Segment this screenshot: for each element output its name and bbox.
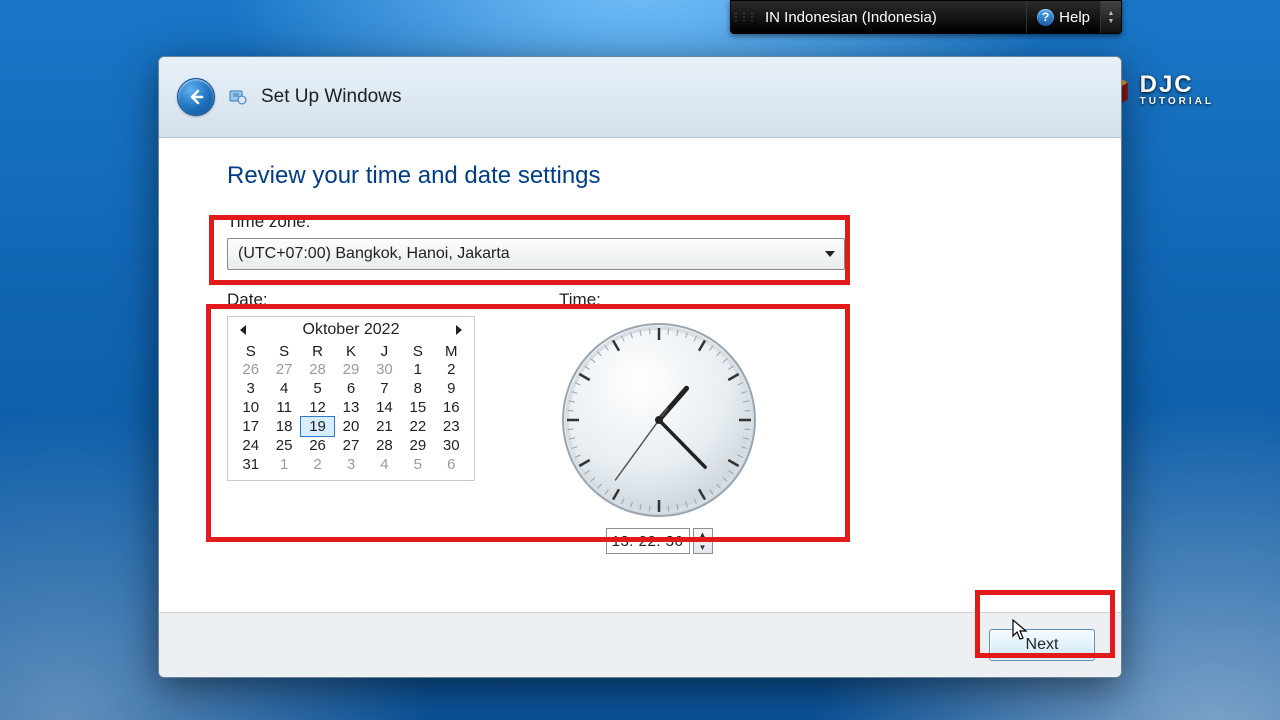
calendar-day[interactable]: 3	[234, 379, 267, 398]
calendar-day[interactable]: 30	[435, 436, 468, 455]
time-label: Time:	[559, 290, 759, 310]
calendar-next-month[interactable]	[452, 323, 466, 337]
calendar-day[interactable]: 8	[401, 379, 434, 398]
calendar-day[interactable]: 11	[267, 398, 300, 417]
setup-icon	[229, 88, 247, 106]
calendar-day[interactable]: 28	[368, 436, 401, 455]
calendar-day[interactable]: 12	[301, 398, 334, 417]
calendar-day[interactable]: 25	[267, 436, 300, 455]
timezone-dropdown[interactable]: (UTC+07:00) Bangkok, Hanoi, Jakarta	[227, 238, 845, 270]
chevron-down-icon	[821, 246, 838, 263]
time-spinner[interactable]: ▲ ▼	[693, 528, 713, 554]
calendar-dow: S	[234, 343, 267, 360]
calendar-day[interactable]: 2	[435, 360, 468, 379]
calendar-day[interactable]: 1	[401, 360, 434, 379]
timezone-value: (UTC+07:00) Bangkok, Hanoi, Jakarta	[238, 245, 510, 263]
calendar-day[interactable]: 24	[234, 436, 267, 455]
calendar-day[interactable]: 17	[234, 417, 267, 436]
calendar-dow: K	[334, 343, 367, 360]
window-title: Set Up Windows	[261, 86, 401, 108]
calendar-day[interactable]: 5	[301, 379, 334, 398]
back-button[interactable]	[177, 78, 215, 116]
logo-text-2: TUTORIAL	[1140, 96, 1214, 107]
calendar-day[interactable]: 5	[401, 455, 434, 474]
calendar-dow: S	[267, 343, 300, 360]
calendar-day[interactable]: 15	[401, 398, 434, 417]
language-indicator[interactable]: IN Indonesian (Indonesia)	[755, 9, 1026, 26]
calendar-day[interactable]: 19	[300, 416, 335, 437]
calendar-day[interactable]: 27	[267, 360, 300, 379]
back-arrow-icon	[186, 87, 206, 107]
calendar-day[interactable]: 26	[301, 436, 334, 455]
analog-clock	[559, 320, 759, 520]
window-body: Review your time and date settings Time …	[159, 138, 1121, 612]
setup-window: Set Up Windows Review your time and date…	[158, 56, 1122, 678]
calendar-day[interactable]: 30	[368, 360, 401, 379]
date-label: Date:	[227, 290, 475, 310]
calendar-day[interactable]: 9	[435, 379, 468, 398]
spinner-up-icon[interactable]: ▲	[694, 529, 712, 542]
next-button-label: Next	[1026, 636, 1059, 654]
toolbar-collapse-button[interactable]: ▲▼	[1100, 1, 1121, 33]
window-header: Set Up Windows	[159, 57, 1121, 138]
drag-handle-icon[interactable]: ⋮⋮⋮	[731, 1, 755, 33]
calendar-day[interactable]: 18	[267, 417, 300, 436]
calendar-day[interactable]: 7	[368, 379, 401, 398]
calendar-day[interactable]: 16	[435, 398, 468, 417]
calendar-day[interactable]: 29	[334, 360, 367, 379]
calendar-day[interactable]: 28	[301, 360, 334, 379]
calendar-dow: R	[301, 343, 334, 360]
calendar-day[interactable]: 13	[334, 398, 367, 417]
calendar-day[interactable]: 3	[334, 455, 367, 474]
next-button[interactable]: Next	[989, 629, 1095, 661]
calendar-day[interactable]: 20	[334, 417, 367, 436]
desktop-background: ⋮⋮⋮ IN Indonesian (Indonesia) ? Help ▲▼ …	[0, 0, 1280, 720]
calendar-day[interactable]: 6	[334, 379, 367, 398]
help-icon: ?	[1037, 9, 1054, 26]
calendar-day[interactable]: 22	[401, 417, 434, 436]
window-footer: Next	[159, 612, 1121, 677]
help-button[interactable]: ? Help	[1026, 1, 1100, 33]
calendar-day[interactable]: 23	[435, 417, 468, 436]
language-toolbar: ⋮⋮⋮ IN Indonesian (Indonesia) ? Help ▲▼	[730, 0, 1122, 34]
time-value: 13: 22: 36	[612, 533, 684, 550]
spinner-down-icon[interactable]: ▼	[694, 542, 712, 554]
calendar-day[interactable]: 2	[301, 455, 334, 474]
calendar-prev-month[interactable]	[236, 323, 250, 337]
calendar[interactable]: Oktober 2022 SSRKJSM26272829301234567891…	[227, 316, 475, 481]
calendar-dow: J	[368, 343, 401, 360]
calendar-day[interactable]: 29	[401, 436, 434, 455]
calendar-day[interactable]: 1	[267, 455, 300, 474]
calendar-dow: M	[435, 343, 468, 360]
help-label: Help	[1059, 9, 1090, 26]
logo-text-1: DJC	[1140, 75, 1214, 95]
calendar-day[interactable]: 21	[368, 417, 401, 436]
calendar-month-label: Oktober 2022	[303, 321, 400, 339]
calendar-day[interactable]: 14	[368, 398, 401, 417]
calendar-day[interactable]: 26	[234, 360, 267, 379]
calendar-day[interactable]: 4	[267, 379, 300, 398]
calendar-day[interactable]: 6	[435, 455, 468, 474]
calendar-day[interactable]: 4	[368, 455, 401, 474]
timezone-label: Time zone:	[227, 212, 1053, 232]
time-input[interactable]: 13: 22: 36	[606, 528, 690, 554]
calendar-day[interactable]: 27	[334, 436, 367, 455]
page-heading: Review your time and date settings	[227, 162, 1053, 190]
calendar-day[interactable]: 10	[234, 398, 267, 417]
calendar-dow: S	[401, 343, 434, 360]
calendar-day[interactable]: 31	[234, 455, 267, 474]
